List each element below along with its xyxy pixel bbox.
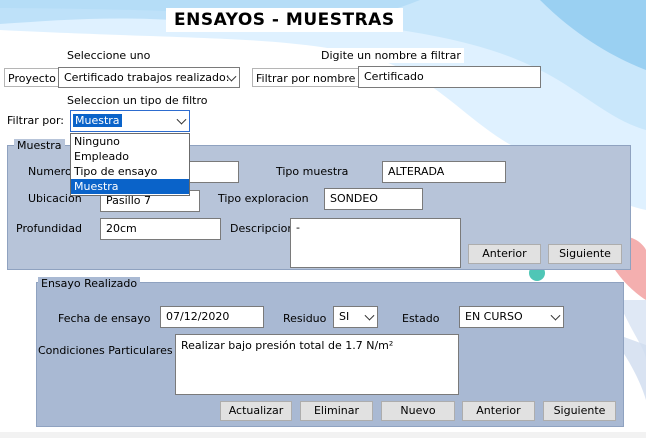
- tipo-exploracion-label: Tipo exploracion: [218, 192, 309, 205]
- chevron-down-icon: [176, 114, 187, 125]
- filter-type-select[interactable]: Muestra: [70, 110, 190, 132]
- update-button[interactable]: Actualizar: [220, 401, 292, 421]
- muestra-legend: Muestra: [14, 139, 65, 152]
- project-select[interactable]: Certificado trabajos realizado:: [58, 67, 240, 88]
- ensayo-next-button[interactable]: Siguiente: [543, 401, 616, 421]
- profundidad-label: Profundidad: [16, 222, 83, 235]
- tipo-exploracion-input[interactable]: SONDEO: [324, 188, 423, 210]
- estado-select-value: EN CURSO: [465, 310, 523, 323]
- filter-type-dropdown: Ninguno Empleado Tipo de ensayo Muestra: [70, 133, 190, 196]
- filter-by-name-button[interactable]: Filtrar por nombre: [252, 68, 360, 87]
- ensayo-prev-button[interactable]: Anterior: [462, 401, 535, 421]
- name-filter-input[interactable]: Certificado: [358, 66, 541, 88]
- chevron-down-icon: [550, 310, 561, 321]
- residuo-select-value: SI: [339, 310, 350, 323]
- project-select-value: Certificado trabajos realizado:: [64, 71, 230, 84]
- descripcion-textarea[interactable]: -: [290, 218, 461, 268]
- numero-label: Numero: [28, 165, 72, 178]
- muestra-next-button[interactable]: Siguiente: [548, 244, 622, 264]
- condiciones-label: Condiciones Particulares: [38, 344, 173, 357]
- project-button[interactable]: Proyecto: [4, 68, 60, 87]
- descripcion-label: Descripcion: [230, 222, 290, 235]
- tipo-muestra-input[interactable]: ALTERADA: [382, 161, 506, 183]
- ensayo-legend: Ensayo Realizado: [38, 277, 141, 290]
- name-filter-label: Digite un nombre a filtrar: [318, 48, 464, 63]
- residuo-select[interactable]: SI: [333, 306, 378, 328]
- filter-option-empleado[interactable]: Empleado: [71, 149, 189, 164]
- estado-label: Estado: [402, 312, 440, 325]
- filter-option-tipo-ensayo[interactable]: Tipo de ensayo: [71, 164, 189, 179]
- condiciones-textarea[interactable]: Realizar bajo presión total de 1.7 N/m²: [175, 334, 459, 395]
- fecha-label: Fecha de ensayo: [58, 312, 151, 325]
- tipo-muestra-label: Tipo muestra: [276, 165, 349, 178]
- chevron-down-icon: [364, 310, 375, 321]
- fecha-input[interactable]: 07/12/2020: [160, 306, 264, 328]
- filter-by-label: Filtrar por:: [4, 113, 67, 128]
- estado-select[interactable]: EN CURSO: [459, 306, 564, 328]
- page-title: ENSAYOS - MUESTRAS: [166, 8, 403, 32]
- select-one-label: Seleccione uno: [64, 48, 154, 63]
- filter-option-ninguno[interactable]: Ninguno: [71, 134, 189, 149]
- filter-type-select-value: Muestra: [73, 114, 122, 127]
- filter-option-muestra[interactable]: Muestra: [71, 179, 189, 194]
- profundidad-input[interactable]: 20cm: [100, 218, 221, 240]
- residuo-label: Residuo: [283, 312, 327, 325]
- new-button[interactable]: Nuevo: [381, 401, 455, 421]
- filter-type-label: Seleccion un tipo de filtro: [64, 93, 211, 108]
- delete-button[interactable]: Eliminar: [300, 401, 373, 421]
- muestra-prev-button[interactable]: Anterior: [468, 244, 541, 264]
